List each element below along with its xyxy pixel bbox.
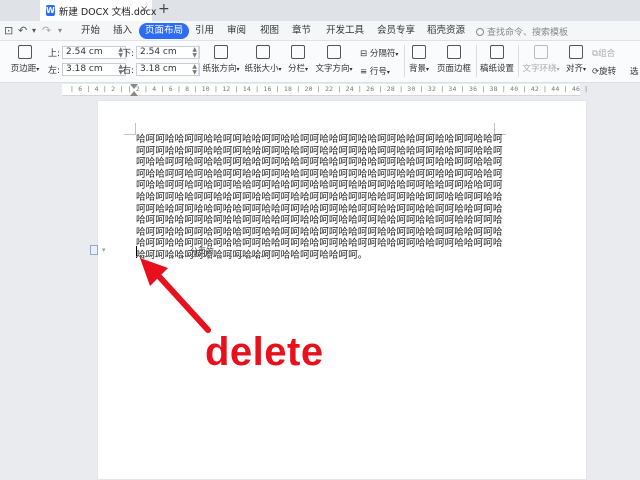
tab-page-layout[interactable]: 页面布局	[139, 23, 190, 39]
align-icon	[569, 45, 583, 59]
body-text[interactable]: 哈呵呵哈哈呵呵哈哈呵呵哈哈呵呵哈哈呵呵哈哈呵呵哈哈呵呵哈哈呵呵哈哈呵呵哈哈呵呵呵…	[136, 134, 508, 262]
line-number-label: 行号	[369, 67, 387, 77]
left-margin-value: 3.18 cm	[66, 64, 103, 74]
text-direction-label: 文字方向	[315, 64, 350, 74]
group-button[interactable]: ⧉组合	[592, 47, 615, 59]
line-number-button[interactable]: ≡ 行号▾	[360, 65, 390, 77]
tab-review[interactable]: 审阅	[227, 23, 246, 39]
tab-developer[interactable]: 开发工具	[326, 23, 364, 39]
align-label: 对齐	[565, 64, 583, 74]
separator-label: 分隔符	[369, 49, 396, 59]
background-button[interactable]: 背景▾	[406, 45, 432, 74]
bottom-margin-label: 下:	[122, 49, 135, 59]
writer-icon: W	[46, 5, 55, 16]
bottom-margin-value: 2.54 cm	[140, 47, 177, 57]
paragraph-handle-icon[interactable]	[90, 245, 98, 255]
close-tab-icon[interactable]: ×	[140, 4, 148, 15]
document-tab[interactable]: W 新建 DOCX 文档.docx	[40, 0, 157, 21]
left-margin-field[interactable]: 左: 3.18 cm ▲ ▼	[48, 63, 126, 76]
paper-settings-icon	[490, 45, 504, 59]
background-label: 背景	[408, 64, 426, 74]
right-margin-value: 3.18 cm	[140, 64, 177, 74]
spinner-icon[interactable]: ▲ ▼	[192, 64, 197, 76]
tab-sections[interactable]: 章节	[292, 23, 311, 39]
ruler-numbers: | 6 | 4 | 2 | | 2 | 4 | 6 | 8 | 10 | 12 …	[70, 85, 589, 93]
redo-icon[interactable]: ↷	[42, 24, 51, 37]
paper-settings-label: 稿纸设置	[479, 64, 514, 74]
top-margin-value: 2.54 cm	[66, 47, 103, 57]
search-icon	[476, 28, 484, 36]
orientation-icon	[214, 45, 228, 59]
margins-button[interactable]: 页边距▾	[10, 45, 40, 74]
chevron-down-icon[interactable]: ▾	[32, 26, 36, 35]
divider	[404, 45, 405, 77]
tab-references[interactable]: 引用	[195, 23, 214, 39]
columns-label: 分栏	[287, 64, 305, 74]
menu-bar: ⊡ ↶ ▾ ↷ ▾ 开始 插入 页面布局 引用 审阅 视图 章节 开发工具 会员…	[0, 21, 640, 41]
divider	[476, 45, 477, 77]
select-label: 选	[630, 67, 639, 77]
horizontal-ruler[interactable]: | 6 | 4 | 2 | | 2 | 4 | 6 | 8 | 10 | 12 …	[62, 84, 588, 96]
top-margin-label: 上:	[48, 49, 61, 59]
page-break[interactable]: 分页符	[136, 247, 268, 257]
separator-icon: ⊟	[360, 49, 368, 59]
left-margin-label: 左:	[48, 66, 61, 76]
margins-label: 页边距	[10, 64, 37, 74]
rotate-label: 旋转	[599, 67, 617, 77]
spinner-icon[interactable]: ▲ ▼	[192, 47, 197, 59]
background-icon	[412, 45, 426, 59]
orientation-label: 纸张方向	[202, 64, 237, 74]
margin-corner-mark	[124, 123, 136, 135]
columns-icon	[291, 45, 305, 59]
bottom-margin-field[interactable]: 下: 2.54 cm ▲ ▼	[122, 46, 200, 59]
text-wrap-icon	[534, 45, 548, 59]
more-icon[interactable]: ▾	[58, 26, 62, 35]
new-tab-icon[interactable]: +	[158, 1, 170, 17]
margins-icon	[18, 45, 32, 59]
tab-insert[interactable]: 插入	[113, 23, 132, 39]
tab-member[interactable]: 会员专享	[377, 23, 415, 39]
document-page[interactable]: 哈呵呵哈哈呵呵哈哈呵呵哈哈呵呵哈哈呵呵哈哈呵呵哈哈呵呵哈哈呵呵哈哈呵呵哈哈呵呵呵…	[97, 100, 587, 480]
tab-view[interactable]: 视图	[260, 23, 279, 39]
search-placeholder: 查找命令、搜索模板	[487, 28, 569, 38]
select-button[interactable]: 选	[630, 65, 639, 77]
title-bar: W 新建 DOCX 文档.docx × +	[0, 0, 640, 21]
delete-annotation: delete	[205, 330, 324, 374]
text-direction-button[interactable]: 文字方向▾	[313, 45, 355, 74]
separator-button[interactable]: ⊟ 分隔符▾	[360, 47, 398, 59]
undo-icon[interactable]: ↶	[18, 24, 27, 37]
command-search[interactable]: 查找命令、搜索模板	[476, 25, 568, 38]
align-button[interactable]: 对齐▾	[563, 45, 589, 74]
text-wrap-button[interactable]: 文字环绕▾	[521, 45, 561, 74]
paper-size-button[interactable]: 纸张大小▾	[242, 45, 284, 74]
text-direction-icon	[327, 45, 341, 59]
top-margin-field[interactable]: 上: 2.54 cm ▲ ▼	[48, 46, 126, 59]
paper-settings-button[interactable]: 稿纸设置	[478, 45, 516, 74]
indent-marker-icon[interactable]	[130, 84, 138, 96]
divider	[198, 45, 199, 77]
chevron-down-icon[interactable]: ▾	[102, 246, 106, 254]
page-border-label: 页面边框	[436, 64, 471, 74]
rotate-button[interactable]: ⟳旋转	[592, 65, 616, 77]
orientation-button[interactable]: 纸张方向▾	[200, 45, 242, 74]
page-break-label: 分页符	[190, 247, 214, 256]
paragraph-mark-icon: ↵	[264, 250, 270, 258]
paper-size-icon	[256, 45, 270, 59]
ribbon-toolbar: 页边距▾ 上: 2.54 cm ▲ ▼ 左: 3.18 cm ▲ ▼ 下: 2.54 c…	[0, 41, 640, 83]
columns-button[interactable]: 分栏▾	[285, 45, 311, 74]
text-wrap-label: 文字环绕	[522, 64, 557, 74]
right-margin-label: 右:	[122, 66, 135, 76]
line-number-icon: ≡	[360, 67, 368, 77]
divider	[518, 45, 519, 77]
paper-size-label: 纸张大小	[244, 64, 279, 74]
tab-home[interactable]: 开始	[81, 23, 100, 39]
page-border-button[interactable]: 页面边框	[434, 45, 474, 74]
group-label: 组合	[598, 49, 616, 59]
page-border-icon	[447, 45, 461, 59]
tab-docer[interactable]: 稻壳资源	[427, 23, 465, 39]
right-margin-field[interactable]: 右: 3.18 cm ▲ ▼	[122, 63, 200, 76]
document-icon[interactable]: ⊡	[4, 24, 13, 37]
